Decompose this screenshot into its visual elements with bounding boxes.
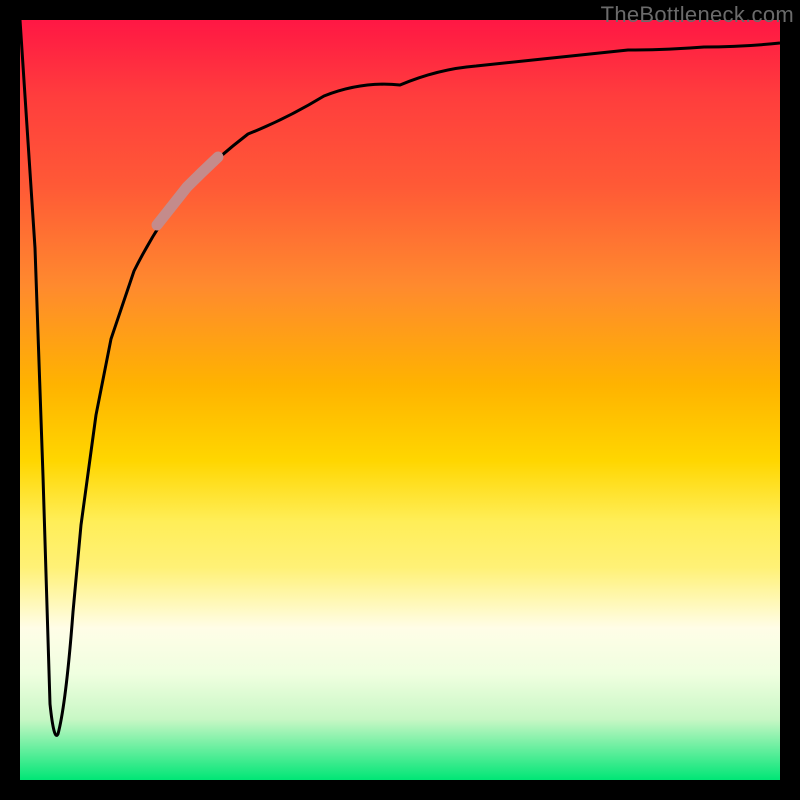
bottleneck-curve-svg: [20, 20, 780, 780]
curve-highlight-segment: [157, 157, 218, 225]
watermark-text: TheBottleneck.com: [601, 2, 794, 28]
chart-frame: TheBottleneck.com: [0, 0, 800, 800]
bottleneck-curve-path: [20, 20, 780, 735]
plot-area: [20, 20, 780, 780]
